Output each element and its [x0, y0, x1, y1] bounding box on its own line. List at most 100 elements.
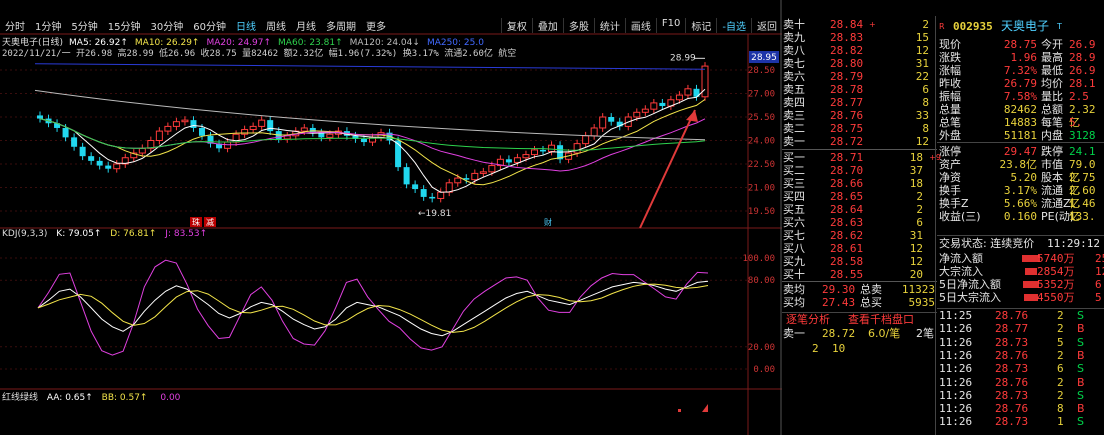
hx-bb: BB: 0.57↑ — [101, 393, 148, 403]
bid-price: 28.65 — [830, 190, 864, 203]
panel-split — [935, 16, 936, 435]
bid-row[interactable]: 买六 28.63 6 — [782, 216, 937, 229]
tick-direction: S — [1077, 335, 1084, 349]
quote-value: 23.8亿 — [999, 158, 1038, 171]
bid-row[interactable]: 买四 28.65 2 — [782, 190, 937, 203]
fund-flow-row: 5日净流入额 5352万 6 — [937, 278, 1104, 291]
bid-row[interactable]: 买一 28.71 +9 18 — [782, 151, 941, 164]
tab-tick-analysis[interactable]: 逐笔分析 — [786, 313, 830, 326]
tick-direction: S — [1077, 309, 1084, 322]
period-tab[interactable]: 月线 — [291, 18, 321, 33]
fund-flow-bar — [1025, 268, 1037, 275]
bid-row[interactable]: 买五 28.64 2 — [782, 203, 937, 216]
ask-row[interactable]: 卖八 28.82 12 — [782, 44, 937, 57]
toolbar-action[interactable]: 复权 — [500, 17, 532, 33]
s1-per: 6.0/笔 — [868, 327, 901, 340]
trade-status-time: 11:29:12 — [1047, 237, 1100, 250]
period-tab[interactable]: 30分钟 — [145, 18, 188, 33]
toolbar-action[interactable]: F10 — [655, 17, 685, 33]
stock-flag: R — [939, 22, 945, 31]
quote-value-2: 28.9 — [1069, 51, 1096, 64]
toolbar-action[interactable]: -自选 — [716, 17, 751, 33]
quote-label-2: 股本 — [1041, 171, 1063, 184]
candle-body — [190, 120, 197, 128]
period-tab[interactable]: 15分钟 — [103, 18, 146, 33]
avg-sell-value: 29.30 — [822, 283, 856, 296]
ob-divider — [782, 281, 937, 282]
tick-time: 11:25 — [939, 309, 973, 322]
tab-depth-view[interactable]: 查看千档盘口 — [848, 313, 914, 326]
ask-row[interactable]: 卖五 28.78 6 — [782, 83, 937, 96]
tick-direction: B — [1077, 402, 1085, 416]
quote-value: 14883 — [1003, 116, 1037, 129]
avg-sell-label: 卖均 — [783, 283, 805, 296]
candle-body — [548, 144, 556, 152]
fund-flow-label: 5日净流入额 — [939, 278, 1001, 291]
ask-row[interactable]: 卖二 28.75 8 — [782, 122, 937, 135]
kline-svg[interactable]: 28.50 27.00 25.50 24.00 22.50 21.00 19.50 28.95… — [0, 0, 782, 435]
candle-body — [650, 102, 658, 110]
toolbar-action[interactable]: 返回 — [751, 17, 782, 33]
ask-label: 卖十 — [783, 18, 805, 31]
ask-row[interactable]: 卖十 28.84 +2 — [782, 18, 937, 31]
tick-volume: 5 — [1057, 335, 1064, 349]
ask-row[interactable]: 卖九 28.83 15 — [782, 31, 937, 44]
kline-chart-area[interactable]: 28.50 27.00 25.50 24.00 22.50 21.00 19.50 28.95… — [0, 0, 782, 435]
total-sell-label: 总卖 — [860, 283, 882, 296]
bid-row[interactable]: 买十 28.55 20 — [782, 268, 937, 281]
ask-price: 28.83 — [830, 31, 864, 44]
ask-volume: 8 — [922, 96, 929, 109]
toolbar-actions: 复权 叠加 多股 统计 画线 F10 标记 -自选 返回 — [500, 17, 782, 33]
period-tab[interactable]: 5分钟 — [66, 18, 102, 33]
quote-row: 振幅 7.58% 量比 2.5 — [937, 90, 1104, 103]
bid-row[interactable]: 买八 28.61 12 — [782, 242, 937, 255]
avg-sell-row: 卖均 29.30 总卖 11323 — [782, 283, 937, 296]
toolbar-action[interactable]: 叠加 — [531, 17, 563, 33]
quote-label-2: 跌停 — [1041, 145, 1063, 158]
candle-body — [241, 129, 249, 135]
quote-value: 26.79 — [1003, 77, 1037, 90]
ask-label: 卖二 — [783, 122, 805, 135]
kdj-axis-label: 80.00 — [748, 276, 775, 286]
bid-row[interactable]: 买九 28.58 12 — [782, 255, 937, 268]
ask-row[interactable]: 卖七 28.80 31 — [782, 57, 937, 70]
tick-volume: 2 — [1057, 309, 1064, 322]
quote-value: 82462 — [1003, 103, 1037, 116]
ask-volume: 6 — [922, 83, 929, 96]
tick-price: 28.76 — [995, 375, 1029, 389]
period-tab[interactable]: 1分钟 — [30, 18, 66, 33]
period-tab[interactable]: 分时 — [0, 18, 30, 33]
candle-body — [164, 125, 172, 132]
bid-volume: 12 — [909, 242, 923, 255]
tick-direction: S — [1077, 388, 1084, 402]
period-tab[interactable]: 多周期 — [321, 18, 361, 33]
ask-row[interactable]: 卖三 28.76 33 — [782, 109, 937, 122]
ask-price: 28.82 — [830, 44, 864, 57]
candle-body — [420, 189, 427, 197]
quote-label: 涨幅 — [939, 64, 961, 77]
low-label: ←19.81 — [418, 209, 451, 219]
ask-row[interactable]: 卖四 28.77 8 — [782, 96, 937, 109]
period-tab[interactable]: 周线 — [261, 18, 291, 33]
quote-value: 5.66% — [1003, 197, 1037, 210]
trade-status-label: 交易状态: 连续竞价 — [939, 237, 1035, 250]
toolbar-action[interactable]: 多股 — [562, 17, 594, 33]
bid-label: 买三 — [783, 177, 805, 190]
quote-label: 昨收 — [939, 77, 961, 90]
bid-row[interactable]: 买二 28.70 37 — [782, 164, 937, 177]
period-tab[interactable]: 更多 — [361, 18, 391, 33]
toolbar-action[interactable]: 统计 — [593, 17, 625, 33]
toolbar-action[interactable]: 标记 — [685, 17, 716, 33]
bid-volume: 18 — [909, 177, 923, 190]
bid-row[interactable]: 买七 28.62 31 — [782, 229, 937, 242]
candle-body — [181, 119, 189, 123]
quote-label-2: 量比 — [1041, 90, 1063, 103]
period-tab[interactable]: 日线 — [231, 18, 261, 33]
ask-row[interactable]: 卖一 28.72 12 — [782, 135, 937, 148]
trade-status: 交易状态: 连续竞价 11:29:12 — [937, 237, 1104, 250]
candle-body — [573, 143, 581, 154]
bid-row[interactable]: 买三 28.66 18 — [782, 177, 937, 190]
period-tab[interactable]: 60分钟 — [188, 18, 231, 33]
toolbar-action[interactable]: 画线 — [624, 17, 656, 33]
ask-row[interactable]: 卖六 28.79 22 — [782, 70, 937, 83]
